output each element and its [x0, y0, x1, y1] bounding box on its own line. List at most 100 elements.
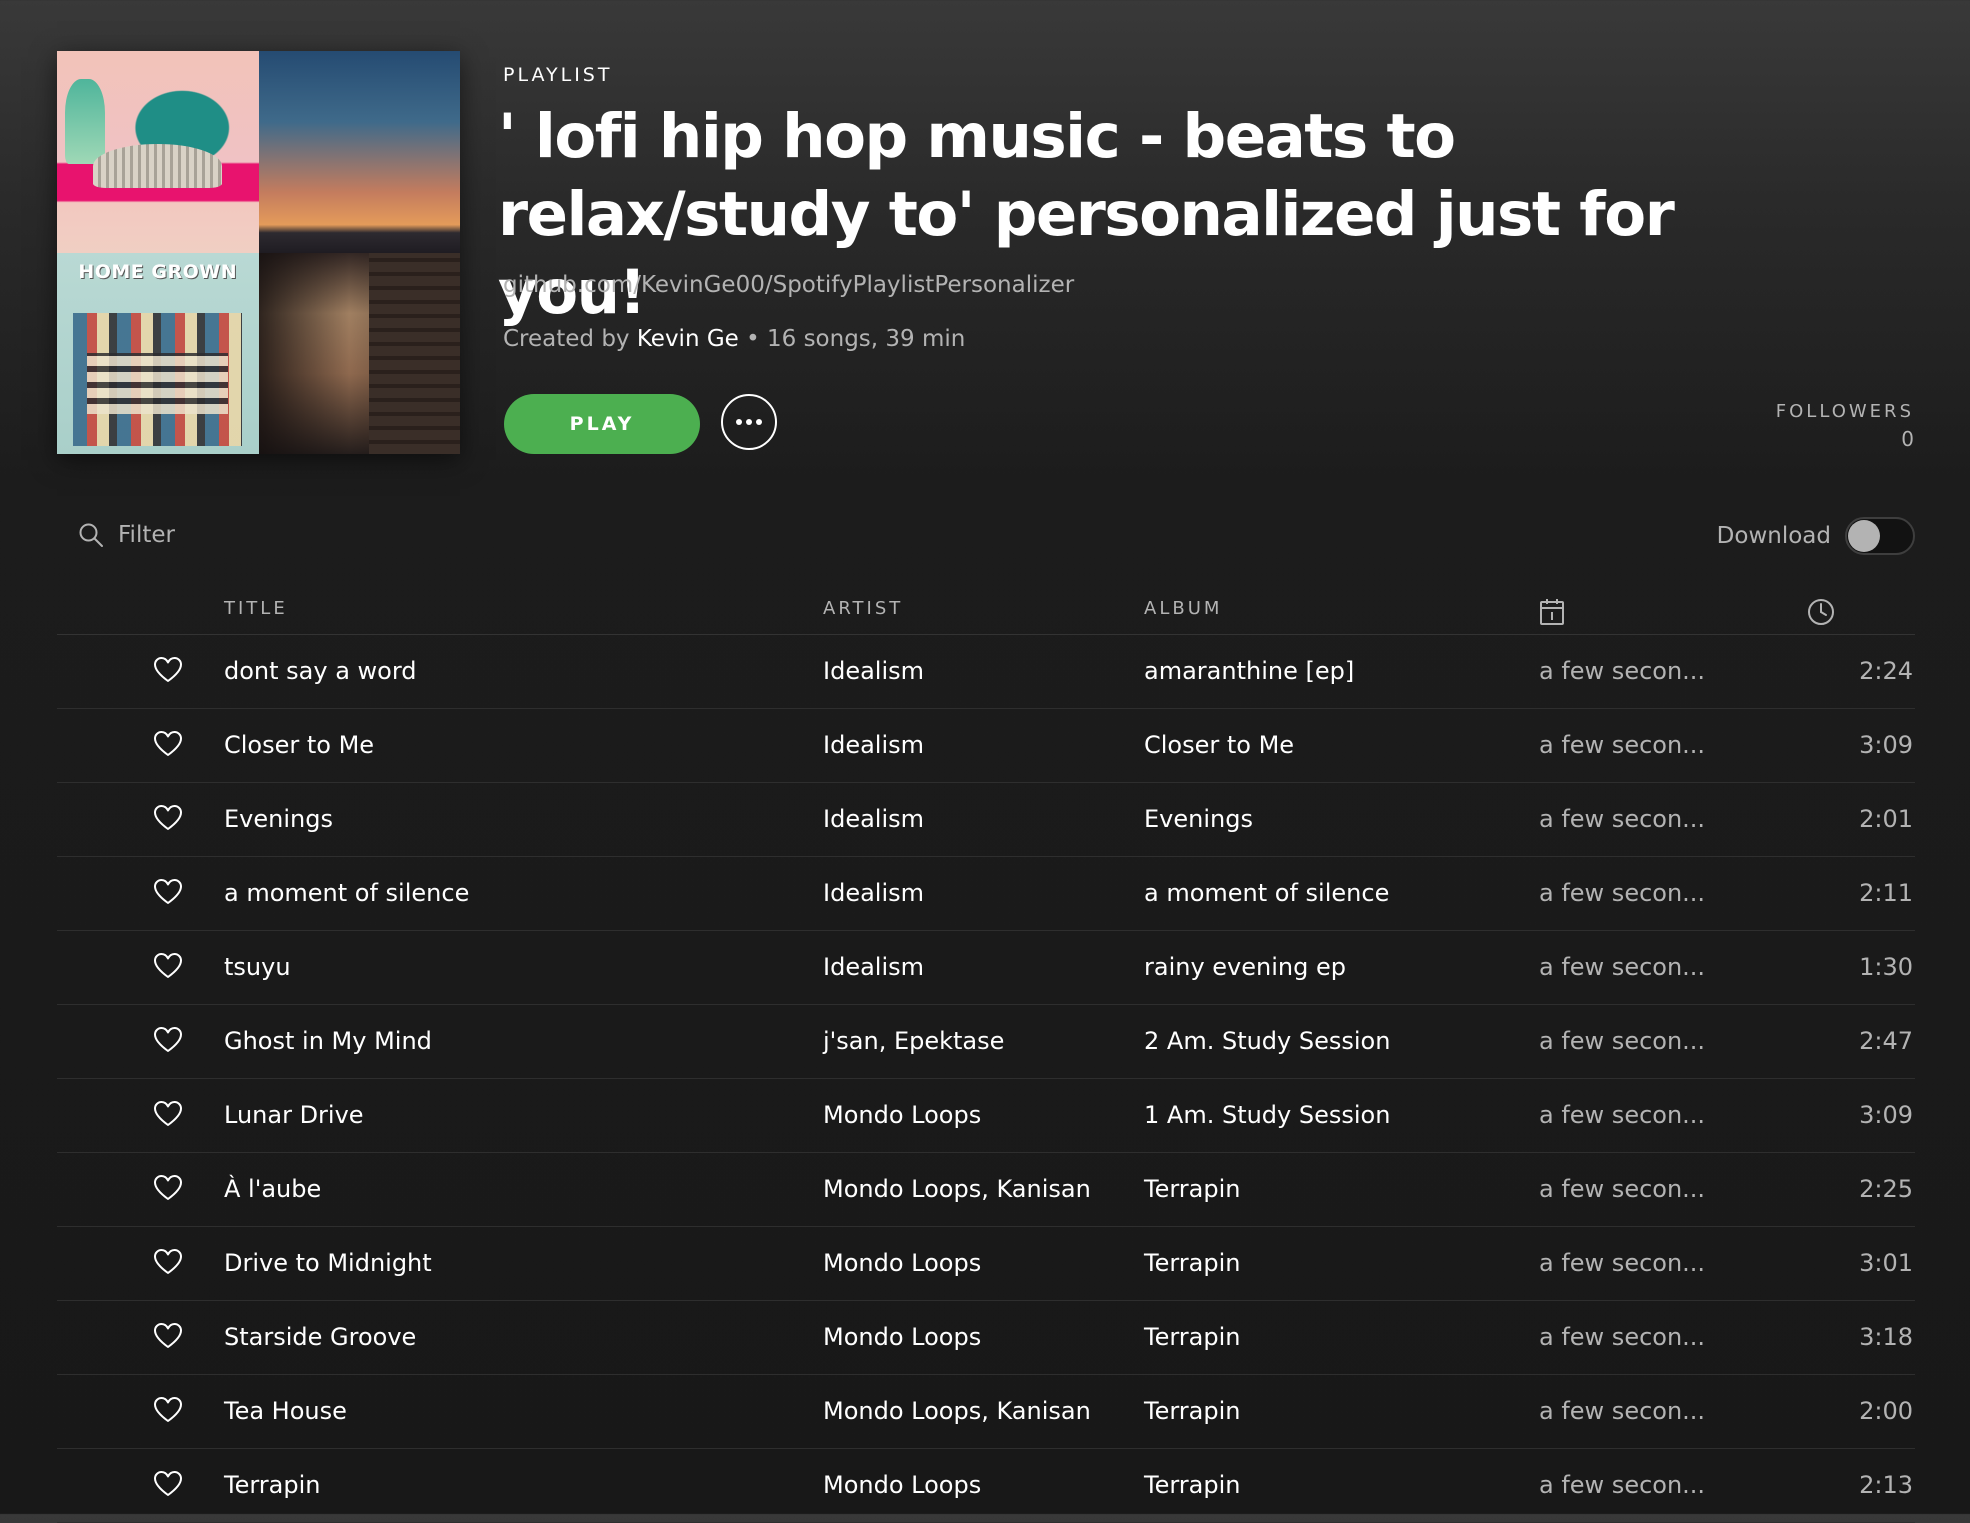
track-album[interactable]: Terrapin	[1144, 1471, 1240, 1499]
filter-box	[78, 515, 418, 555]
track-title[interactable]: Evenings	[224, 805, 333, 833]
play-button[interactable]: PLAY	[504, 394, 700, 454]
track-artist[interactable]: Mondo Loops, Kanisan	[823, 1175, 1091, 1203]
track-duration: 1:30	[1859, 953, 1913, 981]
download-label: Download	[1716, 523, 1831, 549]
track-album[interactable]: Terrapin	[1144, 1175, 1240, 1203]
column-header-duration[interactable]	[1807, 598, 1835, 631]
track-date-added: a few secon...	[1539, 1397, 1706, 1425]
track-row[interactable]: Starside Groove Mondo Loops Terrapin a f…	[57, 1301, 1915, 1375]
track-duration: 2:00	[1859, 1397, 1913, 1425]
track-title[interactable]: Lunar Drive	[224, 1101, 364, 1129]
track-duration: 2:13	[1859, 1471, 1913, 1499]
track-date-added: a few secon...	[1539, 879, 1706, 907]
track-title[interactable]: dont say a word	[224, 657, 417, 685]
track-artist[interactable]: Idealism	[823, 657, 924, 685]
track-row[interactable]: a moment of silence Idealism a moment of…	[57, 857, 1915, 931]
track-title[interactable]: tsuyu	[224, 953, 291, 981]
column-header-date-added[interactable]	[1539, 598, 1565, 631]
followers-count: 0	[1901, 427, 1914, 451]
heart-icon[interactable]	[153, 952, 183, 980]
track-title[interactable]: a moment of silence	[224, 879, 469, 907]
track-album[interactable]: Terrapin	[1144, 1323, 1240, 1351]
track-album[interactable]: a moment of silence	[1144, 879, 1389, 907]
cover-tile-4	[258, 252, 460, 454]
track-artist[interactable]: Idealism	[823, 953, 924, 981]
track-artist[interactable]: j'san, Epektase	[823, 1027, 1004, 1055]
heart-icon[interactable]	[153, 1470, 183, 1498]
track-album[interactable]: Evenings	[1144, 805, 1253, 833]
track-row[interactable]: dont say a word Idealism amaranthine [ep…	[57, 635, 1915, 709]
track-title[interactable]: Tea House	[224, 1397, 347, 1425]
heart-icon[interactable]	[153, 1322, 183, 1350]
column-header-album[interactable]: ALBUM	[1144, 598, 1222, 619]
track-title[interactable]: Drive to Midnight	[224, 1249, 432, 1277]
track-album[interactable]: Closer to Me	[1144, 731, 1294, 759]
track-duration: 3:18	[1859, 1323, 1913, 1351]
track-date-added: a few secon...	[1539, 1249, 1706, 1277]
more-options-button[interactable]	[721, 394, 777, 450]
track-date-added: a few secon...	[1539, 1323, 1706, 1351]
track-row[interactable]: Evenings Idealism Evenings a few secon..…	[57, 783, 1915, 857]
more-options-icon	[736, 419, 762, 425]
created-by-prefix: Created by	[503, 326, 637, 352]
track-album[interactable]: 2 Am. Study Session	[1144, 1027, 1390, 1055]
track-title[interactable]: Ghost in My Mind	[224, 1027, 432, 1055]
table-header: TITLE ARTIST ALBUM	[57, 588, 1915, 635]
track-album[interactable]: rainy evening ep	[1144, 953, 1346, 981]
track-title[interactable]: À l'aube	[224, 1175, 321, 1203]
download-toggle-knob	[1848, 520, 1880, 552]
track-row[interactable]: Lunar Drive Mondo Loops 1 Am. Study Sess…	[57, 1079, 1915, 1153]
heart-icon[interactable]	[153, 1100, 183, 1128]
track-artist[interactable]: Mondo Loops	[823, 1471, 981, 1499]
heart-icon[interactable]	[153, 878, 183, 906]
heart-icon[interactable]	[153, 804, 183, 832]
track-album[interactable]: 1 Am. Study Session	[1144, 1101, 1390, 1129]
track-row[interactable]: Closer to Me Idealism Closer to Me a few…	[57, 709, 1915, 783]
track-album[interactable]: amaranthine [ep]	[1144, 657, 1354, 685]
track-title[interactable]: Starside Groove	[224, 1323, 416, 1351]
playlist-description: github.com/KevinGe00/SpotifyPlaylistPers…	[503, 272, 1075, 298]
heart-icon[interactable]	[153, 1026, 183, 1054]
track-duration: 2:24	[1859, 657, 1913, 685]
playlist-cover: HOME GROWN	[57, 51, 460, 454]
track-row[interactable]: Ghost in My Mind j'san, Epektase 2 Am. S…	[57, 1005, 1915, 1079]
track-artist[interactable]: Mondo Loops, Kanisan	[823, 1397, 1091, 1425]
track-title[interactable]: Closer to Me	[224, 731, 374, 759]
track-date-added: a few secon...	[1539, 657, 1706, 685]
playlist-meta: Created by Kevin Ge • 16 songs, 39 min	[503, 326, 965, 352]
heart-icon[interactable]	[153, 1396, 183, 1424]
creator-link[interactable]: Kevin Ge	[637, 326, 739, 352]
track-row[interactable]: tsuyu Idealism rainy evening ep a few se…	[57, 931, 1915, 1005]
track-album[interactable]: Terrapin	[1144, 1249, 1240, 1277]
track-date-added: a few secon...	[1539, 731, 1706, 759]
track-row[interactable]: À l'aube Mondo Loops, Kanisan Terrapin a…	[57, 1153, 1915, 1227]
heart-icon[interactable]	[153, 730, 183, 758]
heart-icon[interactable]	[153, 656, 183, 684]
track-artist[interactable]: Mondo Loops	[823, 1101, 981, 1129]
column-header-title[interactable]: TITLE	[224, 598, 288, 619]
track-row[interactable]: Drive to Midnight Mondo Loops Terrapin a…	[57, 1227, 1915, 1301]
track-artist[interactable]: Mondo Loops	[823, 1323, 981, 1351]
track-album[interactable]: Terrapin	[1144, 1397, 1240, 1425]
track-title[interactable]: Terrapin	[224, 1471, 320, 1499]
followers-label: FOLLOWERS	[1775, 401, 1914, 422]
search-icon	[79, 523, 103, 547]
track-artist[interactable]: Mondo Loops	[823, 1249, 981, 1277]
track-artist[interactable]: Idealism	[823, 879, 924, 907]
track-date-added: a few secon...	[1539, 1175, 1706, 1203]
track-artist[interactable]: Idealism	[823, 805, 924, 833]
filter-input[interactable]	[118, 522, 418, 548]
track-duration: 2:47	[1859, 1027, 1913, 1055]
track-row[interactable]: Tea House Mondo Loops, Kanisan Terrapin …	[57, 1375, 1915, 1449]
heart-icon[interactable]	[153, 1248, 183, 1276]
track-row[interactable]: Terrapin Mondo Loops Terrapin a few seco…	[57, 1449, 1915, 1523]
track-artist[interactable]: Idealism	[823, 731, 924, 759]
heart-icon[interactable]	[153, 1174, 183, 1202]
track-date-added: a few secon...	[1539, 805, 1706, 833]
track-duration: 3:09	[1859, 1101, 1913, 1129]
column-header-artist[interactable]: ARTIST	[823, 598, 903, 619]
download-toggle[interactable]	[1845, 517, 1915, 555]
cover-logo: HOME GROWN	[78, 260, 238, 283]
playlist-stats: • 16 songs, 39 min	[738, 326, 966, 352]
